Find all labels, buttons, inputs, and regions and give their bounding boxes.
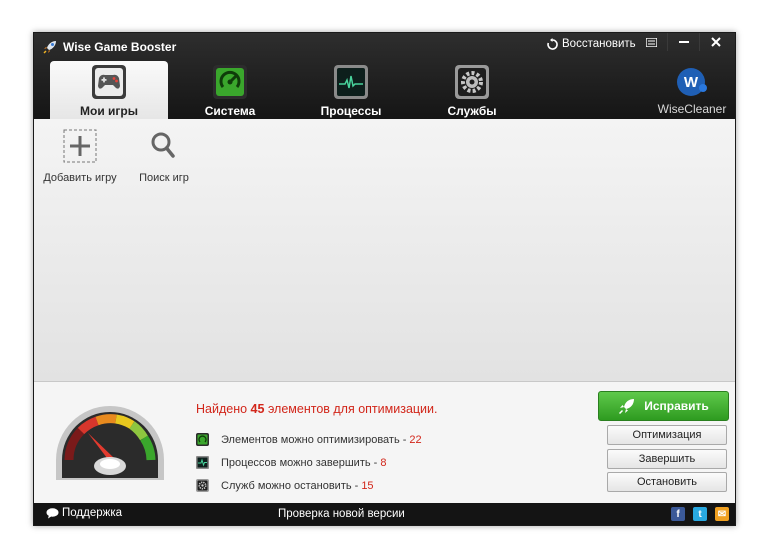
- social-links: f t ✉: [671, 507, 737, 521]
- chat-bubble-icon: [46, 507, 59, 518]
- issue-count: 22: [409, 433, 422, 446]
- email-icon[interactable]: ✉: [715, 507, 729, 521]
- menu-button[interactable]: [635, 33, 667, 51]
- optimize-button[interactable]: Оптимизация: [607, 425, 727, 445]
- status-bar: Поддержка Проверка новой версии f t ✉: [34, 503, 735, 525]
- tab-services[interactable]: Службы: [413, 61, 531, 119]
- close-icon: [710, 37, 721, 47]
- list-item: Процессов можно завершить - 8: [196, 451, 422, 474]
- fix-button[interactable]: Исправить: [598, 391, 729, 421]
- list-item: Служб можно остановить - 15: [196, 474, 422, 497]
- rocket-icon: [619, 399, 635, 415]
- app-title-text: Wise Game Booster: [63, 40, 177, 54]
- restore-label: Восстановить: [562, 38, 636, 50]
- stop-button[interactable]: Остановить: [607, 472, 727, 492]
- speedometer-icon: [56, 406, 164, 480]
- terminate-button[interactable]: Завершить: [607, 449, 727, 469]
- fix-label: Исправить: [644, 399, 709, 413]
- service-icon: [196, 479, 209, 492]
- restore-icon: [547, 37, 558, 50]
- found-prefix: Найдено: [196, 402, 248, 416]
- tab-system[interactable]: Система: [171, 61, 289, 119]
- close-button[interactable]: [699, 33, 731, 51]
- search-icon: [151, 132, 175, 158]
- tab-processes[interactable]: Процессы: [292, 61, 410, 119]
- games-area: Добавить игру Поиск игр: [34, 119, 735, 381]
- gamepad-icon: [92, 65, 126, 99]
- title-bar: Wise Game Booster Восстановить Мои игры …: [34, 33, 735, 119]
- found-count: 45: [250, 402, 265, 416]
- twitter-icon[interactable]: t: [693, 507, 707, 521]
- process-icon: [196, 456, 209, 469]
- issue-list: Элементов можно оптимизировать - 22 Проц…: [196, 428, 422, 497]
- minimize-icon: [678, 41, 689, 43]
- facebook-icon[interactable]: f: [671, 507, 685, 521]
- tab-my-games-label: Мои игры: [80, 104, 138, 118]
- app-window: Wise Game Booster Восстановить Мои игры …: [33, 32, 736, 526]
- restore-button[interactable]: Восстановить: [546, 36, 636, 52]
- terminate-label: Завершить: [638, 453, 696, 465]
- add-game-label: Добавить игру: [43, 172, 117, 184]
- issue-count: 8: [380, 456, 387, 469]
- search-games-label: Поиск игр: [139, 172, 189, 184]
- process-monitor-icon: [334, 65, 368, 99]
- check-update-link[interactable]: Проверка новой версии: [278, 508, 405, 520]
- stop-label: Остановить: [636, 476, 698, 488]
- issue-label: Элементов можно оптимизировать -: [221, 433, 407, 446]
- tab-processes-label: Процессы: [320, 104, 382, 118]
- plus-icon: [63, 129, 97, 163]
- optimize-label: Оптимизация: [632, 429, 702, 441]
- search-games-button[interactable]: Поиск игр: [119, 129, 209, 184]
- support-label: Поддержка: [62, 507, 122, 519]
- optimization-panel: Найдено 45 элементов для оптимизации. Эл…: [34, 381, 735, 503]
- tab-system-label: Система: [204, 104, 256, 118]
- wisecleaner-label: WiseCleaner: [657, 102, 727, 116]
- svg-text:W: W: [684, 74, 699, 91]
- app-title: Wise Game Booster: [42, 39, 176, 55]
- rocket-icon: [43, 41, 56, 54]
- tab-my-games[interactable]: Мои игры: [50, 61, 168, 119]
- wisecleaner-link[interactable]: W WiseCleaner: [652, 66, 732, 116]
- window-controls: [635, 33, 731, 51]
- tab-services-label: Службы: [447, 104, 497, 118]
- list-item: Элементов можно оптимизировать - 22: [196, 428, 422, 451]
- wisecleaner-logo-icon: W: [677, 68, 707, 96]
- found-summary: Найдено 45 элементов для оптимизации.: [196, 402, 438, 416]
- services-gear-icon: [455, 65, 489, 99]
- optimize-icon: [196, 433, 209, 446]
- issue-label: Процессов можно завершить -: [221, 456, 378, 469]
- system-optimize-icon: [213, 65, 247, 99]
- tab-bar: Мои игры Система Процессы Службы: [50, 61, 534, 119]
- support-link[interactable]: Поддержка: [46, 507, 122, 519]
- add-game-button[interactable]: Добавить игру: [35, 129, 125, 184]
- issue-count: 15: [361, 479, 374, 492]
- minimize-button[interactable]: [667, 33, 699, 51]
- update-label: Проверка новой версии: [278, 508, 405, 520]
- found-suffix: элементов для оптимизации.: [267, 402, 438, 416]
- menu-icon: [645, 37, 657, 47]
- issue-label: Служб можно остановить -: [221, 479, 359, 492]
